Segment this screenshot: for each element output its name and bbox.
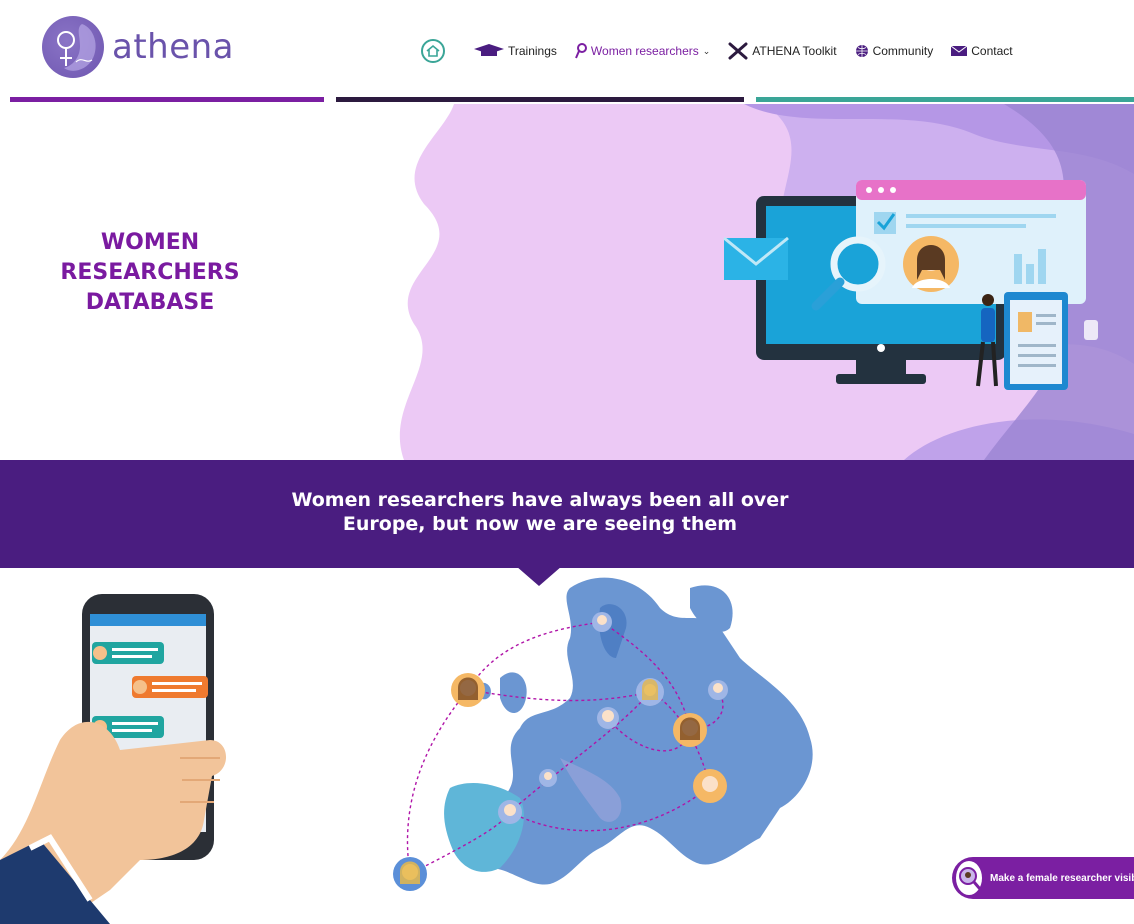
home-icon [421, 39, 445, 63]
nav-label-community: Community [872, 44, 934, 58]
nav-item-athena-toolkit[interactable]: ATHENA Toolkit [728, 42, 837, 60]
globe-icon [855, 45, 868, 57]
header-bar-dark [336, 97, 744, 102]
graduation-cap-icon [474, 44, 504, 56]
nav-label-trainings: Trainings [508, 44, 557, 58]
envelope-icon [951, 45, 968, 56]
nav-item-community[interactable]: Community [855, 44, 934, 58]
nav-item-trainings[interactable]: Trainings [474, 44, 557, 58]
brand-name: athena [112, 27, 235, 67]
nav-label-contact: Contact [971, 44, 1013, 58]
header-bar-teal [756, 97, 1134, 102]
magnifier-woman-icon [956, 861, 982, 895]
tools-icon [728, 42, 748, 60]
make-researcher-visible-button[interactable]: Make a female researcher visible [952, 857, 1134, 899]
site-logo[interactable]: athena [42, 16, 234, 78]
header-bar-purple [10, 97, 324, 102]
phone-illustration [0, 594, 227, 924]
nav-label-women-researchers: Women researchers [590, 44, 699, 58]
main-nav: Trainings Women researchers ⌄ ATHENA Too… [420, 38, 1013, 64]
statement-text: Women researchers have always been all o… [291, 489, 789, 535]
athena-logo-icon [42, 16, 104, 78]
female-symbol-icon [575, 43, 587, 59]
nav-label-athena-toolkit: ATHENA Toolkit [752, 44, 837, 58]
nav-item-women-researchers[interactable]: Women researchers ⌄ [575, 43, 710, 59]
nav-home[interactable] [420, 38, 446, 64]
page-title: WOMEN RESEARCHERS DATABASE [60, 230, 240, 315]
hero-illustration [399, 104, 1134, 460]
cta-label: Make a female researcher visible [990, 872, 1134, 884]
europe-map-illustration [393, 577, 813, 891]
chevron-down-icon: ⌄ [702, 45, 711, 56]
nav-item-contact[interactable]: Contact [951, 44, 1013, 58]
